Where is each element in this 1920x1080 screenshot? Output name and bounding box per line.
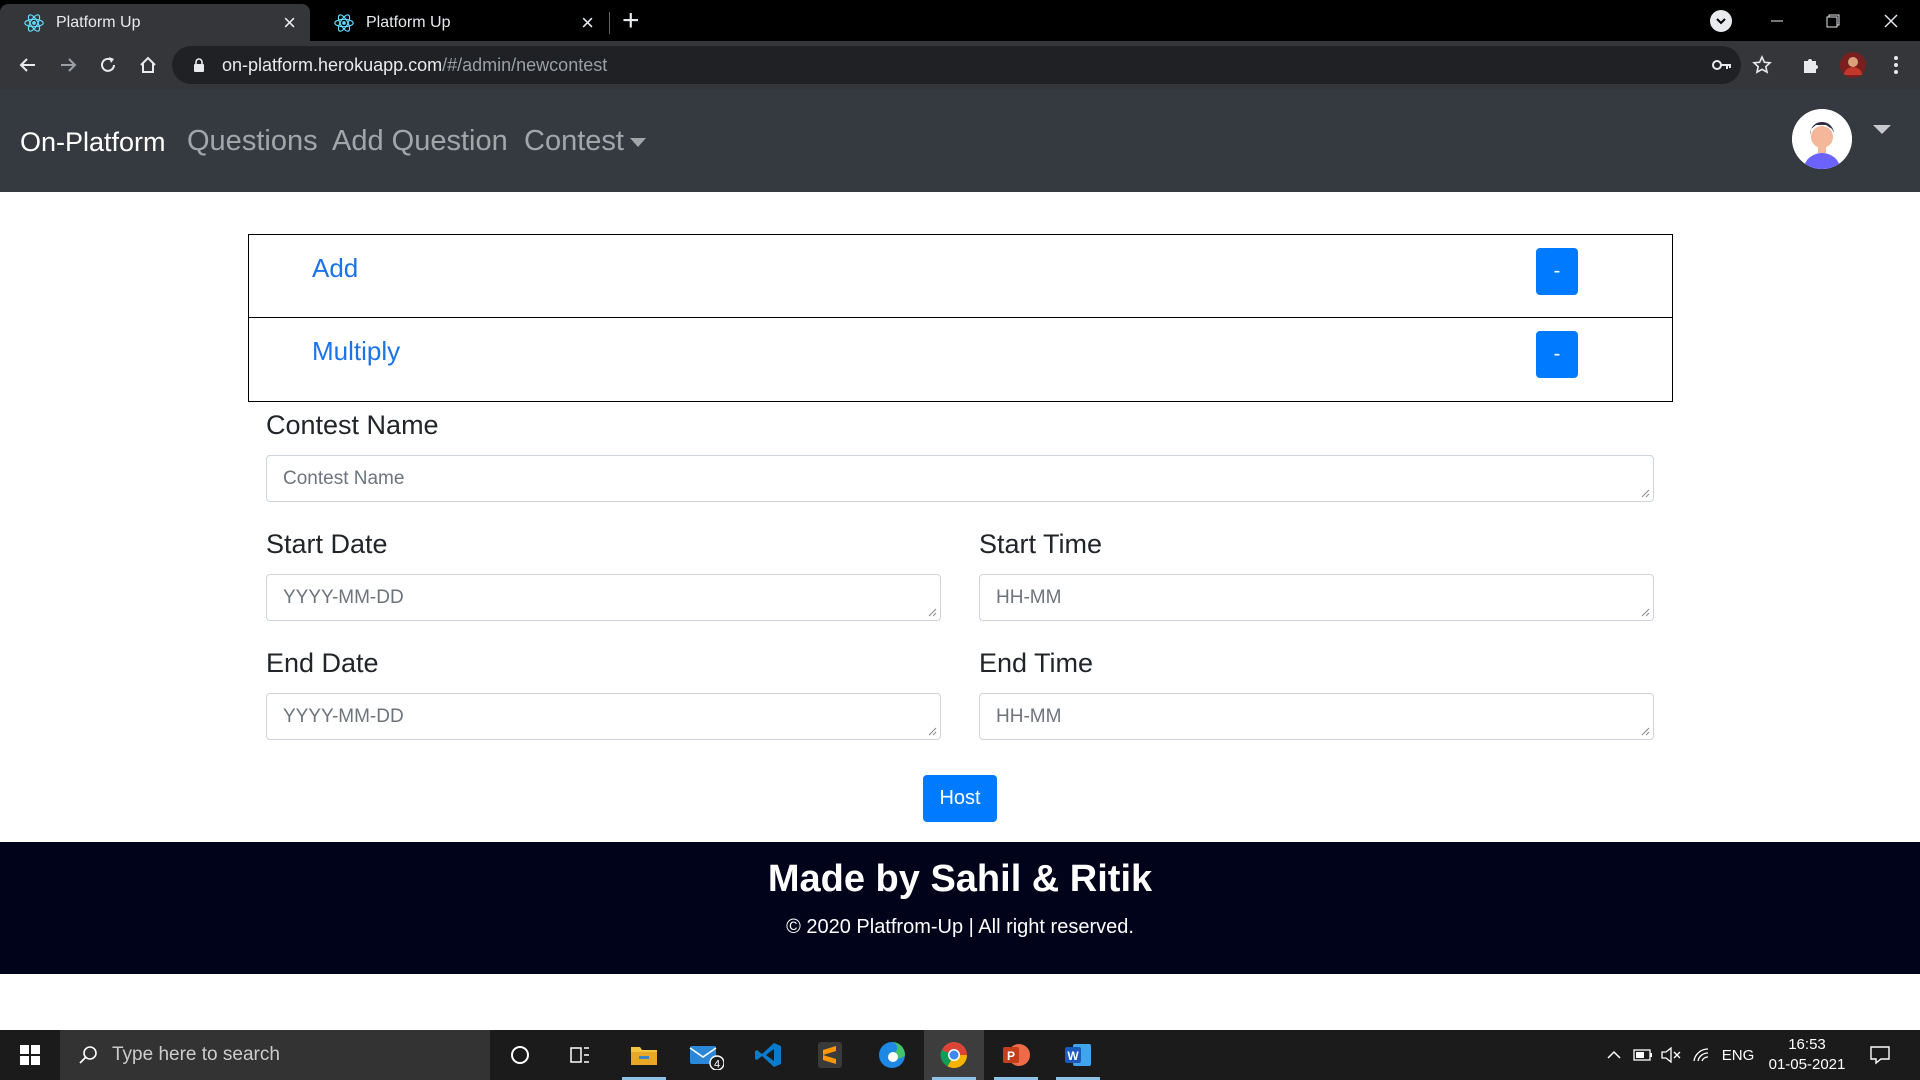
resize-handle-icon[interactable] (928, 727, 937, 736)
vscode-icon[interactable] (738, 1030, 798, 1080)
key-icon[interactable] (1706, 49, 1738, 81)
browser-tab-strip: Platform Up × Platform Up × + (0, 0, 1920, 41)
avatar-caret-down-icon[interactable] (1873, 125, 1891, 134)
extensions-puzzle-icon[interactable] (1795, 49, 1827, 81)
minimize-icon[interactable] (1752, 0, 1802, 41)
react-icon (22, 11, 46, 35)
menu-kebab-icon[interactable] (1880, 49, 1912, 81)
end-date-placeholder: YYYY-MM-DD (283, 705, 404, 727)
contest-name-label: Contest Name (266, 410, 439, 440)
resize-handle-icon[interactable] (1641, 608, 1650, 617)
lock-icon[interactable] (190, 57, 208, 73)
tab-title: Platform Up (366, 13, 451, 31)
wifi-icon[interactable] (1688, 1030, 1716, 1080)
browser-toolbar: on-platform.herokuapp.com/#/admin/newcon… (0, 41, 1920, 89)
end-time-label: End Time (979, 648, 1094, 678)
start-date-label: Start Date (266, 529, 388, 559)
browser-tab-2[interactable]: Platform Up × (310, 4, 608, 41)
question-title-link[interactable]: Multiply (312, 336, 400, 367)
file-explorer-icon[interactable] (614, 1030, 674, 1080)
new-tab-icon[interactable]: + (622, 6, 640, 36)
tab-separator (609, 12, 610, 34)
nav-link-add-question[interactable]: Add Question (332, 125, 508, 158)
svg-text:P: P (1007, 1049, 1015, 1063)
end-time-input[interactable]: HH-MM (979, 693, 1654, 740)
selected-questions-list: Add - Multiply - (248, 234, 1673, 402)
user-avatar[interactable] (1792, 109, 1852, 169)
question-item: Add - (248, 234, 1673, 318)
clock-time: 16:53 (1788, 1036, 1826, 1053)
profile-avatar-icon[interactable] (1837, 49, 1869, 81)
mail-badge-count: 4 (714, 1059, 720, 1071)
restore-icon[interactable] (1808, 0, 1858, 41)
end-date-label: End Date (266, 648, 379, 678)
sublime-text-icon[interactable] (800, 1030, 860, 1080)
close-window-icon[interactable] (1866, 0, 1916, 41)
resize-handle-icon[interactable] (928, 608, 937, 617)
mail-icon[interactable]: 4 (676, 1030, 736, 1080)
close-tab-icon[interactable]: × (581, 11, 594, 34)
windows-start-icon[interactable] (0, 1030, 60, 1080)
battery-icon[interactable] (1630, 1030, 1656, 1080)
tab-search-icon[interactable] (1710, 10, 1732, 32)
home-icon[interactable] (132, 49, 164, 81)
address-bar[interactable]: on-platform.herokuapp.com/#/admin/newcon… (172, 46, 1741, 84)
end-time-placeholder: HH-MM (996, 705, 1062, 727)
end-date-input[interactable]: YYYY-MM-DD (266, 693, 941, 740)
nav-link-questions[interactable]: Questions (187, 125, 318, 158)
tray-chevron-up-icon[interactable] (1600, 1030, 1628, 1080)
search-icon (79, 1046, 97, 1064)
back-icon[interactable] (12, 49, 44, 81)
site-footer: Made by Sahil & Ritik © 2020 Platfrom-Up… (0, 842, 1920, 974)
close-tab-icon[interactable]: × (283, 11, 296, 34)
resize-handle-icon[interactable] (1641, 727, 1650, 736)
caret-down-icon (629, 137, 646, 147)
cortana-icon[interactable] (490, 1030, 550, 1080)
taskbar-search-box[interactable]: Type here to search (60, 1030, 490, 1080)
contest-label: Contest (524, 125, 624, 157)
chrome-icon[interactable] (924, 1030, 984, 1080)
start-time-placeholder: HH-MM (996, 586, 1062, 608)
footer-copyright: © 2020 Platfrom-Up | All right reserved. (786, 916, 1134, 938)
nav-link-contest[interactable]: Contest (524, 125, 646, 158)
question-title-link[interactable]: Add (312, 253, 358, 284)
start-date-input[interactable]: YYYY-MM-DD (266, 574, 941, 621)
start-time-label: Start Time (979, 529, 1103, 559)
clock-date: 01-05-2021 (1768, 1056, 1846, 1073)
footer-title: Made by Sahil & Ritik (767, 858, 1153, 900)
notifications-icon[interactable] (1860, 1030, 1900, 1080)
taskbar-search-placeholder: Type here to search (112, 1044, 280, 1065)
word-icon[interactable]: W (1048, 1030, 1108, 1080)
task-view-icon[interactable] (550, 1030, 610, 1080)
language-indicator[interactable]: ENG (1718, 1030, 1758, 1080)
contest-name-placeholder: Contest Name (283, 467, 405, 489)
react-icon (332, 11, 356, 35)
remove-question-button[interactable]: - (1536, 248, 1578, 295)
taskbar-clock[interactable]: 16:53 01-05-2021 (1762, 1035, 1852, 1075)
contest-name-input[interactable]: Contest Name (266, 455, 1654, 502)
host-button[interactable]: Host (923, 775, 997, 822)
tab-title: Platform Up (56, 13, 141, 31)
remove-question-button[interactable]: - (1536, 331, 1578, 378)
volume-muted-icon[interactable] (1657, 1030, 1685, 1080)
forward-icon[interactable] (52, 49, 84, 81)
reload-icon[interactable] (92, 49, 124, 81)
question-item: Multiply - (248, 318, 1673, 402)
resize-handle-icon[interactable] (1641, 489, 1650, 498)
browser-tab-1[interactable]: Platform Up × (0, 4, 310, 41)
url-host: on-platform.herokuapp.com (222, 54, 443, 75)
brand-link[interactable]: On-Platform (20, 127, 166, 158)
start-date-placeholder: YYYY-MM-DD (283, 586, 404, 608)
bookmark-star-icon[interactable] (1746, 49, 1778, 81)
start-time-input[interactable]: HH-MM (979, 574, 1654, 621)
url-path: /#/admin/newcontest (442, 54, 608, 75)
powerpoint-icon[interactable]: P (986, 1030, 1046, 1080)
url-text: on-platform.herokuapp.com/#/admin/newcon… (222, 55, 607, 76)
windows-taskbar: Type here to search 4 P W ENG 16:53 01-0… (0, 1030, 1920, 1080)
site-navbar: On-Platform Questions Add Question Conte… (0, 89, 1920, 192)
edge-icon[interactable] (862, 1030, 922, 1080)
svg-text:W: W (1067, 1049, 1079, 1063)
